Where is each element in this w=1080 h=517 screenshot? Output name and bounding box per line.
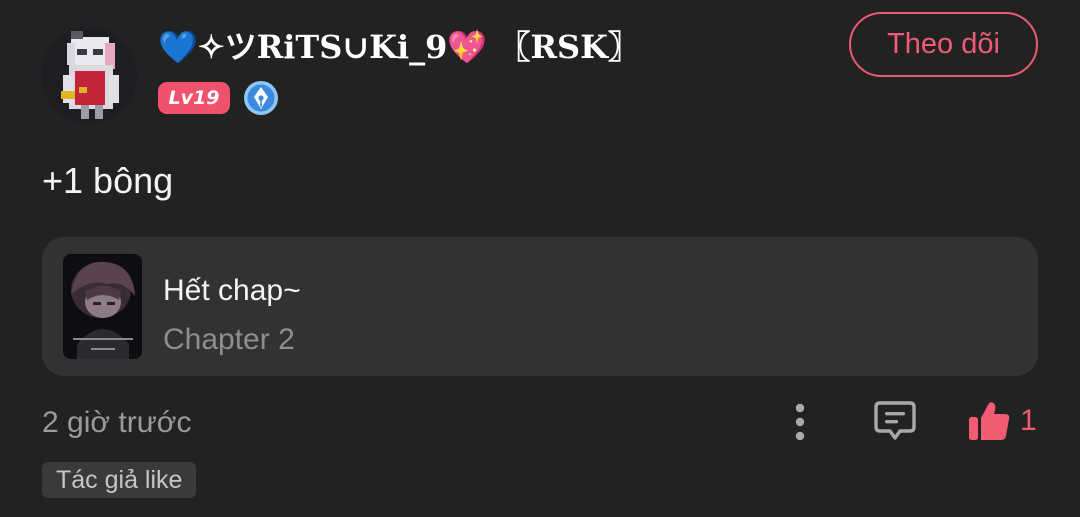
more-vertical-icon[interactable] bbox=[780, 400, 820, 444]
chapter-number: Chapter 2 bbox=[163, 323, 295, 356]
thumbs-up-icon bbox=[966, 398, 1012, 444]
chapter-title: Hết chap~ bbox=[163, 274, 301, 307]
author-liked-tag: Tác giả like bbox=[42, 462, 197, 498]
level-badge: Lv19 bbox=[158, 82, 230, 114]
like-button[interactable]: 1 bbox=[966, 398, 1046, 444]
timestamp: 2 giờ trước bbox=[42, 406, 192, 439]
username[interactable]: 💙✧ツRiTS∪Ki_9💖 〖RSK〗 bbox=[158, 24, 640, 70]
chapter-cover-image bbox=[63, 254, 142, 359]
avatar[interactable] bbox=[41, 27, 137, 123]
like-count: 1 bbox=[1020, 404, 1037, 437]
follow-button[interactable]: Theo dõi bbox=[849, 12, 1038, 77]
comment-item: 💙✧ツRiTS∪Ki_9💖 〖RSK〗 Lv19 Theo dõi +1 bôn… bbox=[0, 0, 1080, 517]
pen-nib-badge-icon bbox=[243, 80, 279, 116]
comment-reply-icon[interactable] bbox=[872, 398, 918, 444]
comment-text: +1 bông bbox=[42, 160, 174, 201]
chapter-card[interactable]: Hết chap~ Chapter 2 bbox=[42, 237, 1038, 376]
